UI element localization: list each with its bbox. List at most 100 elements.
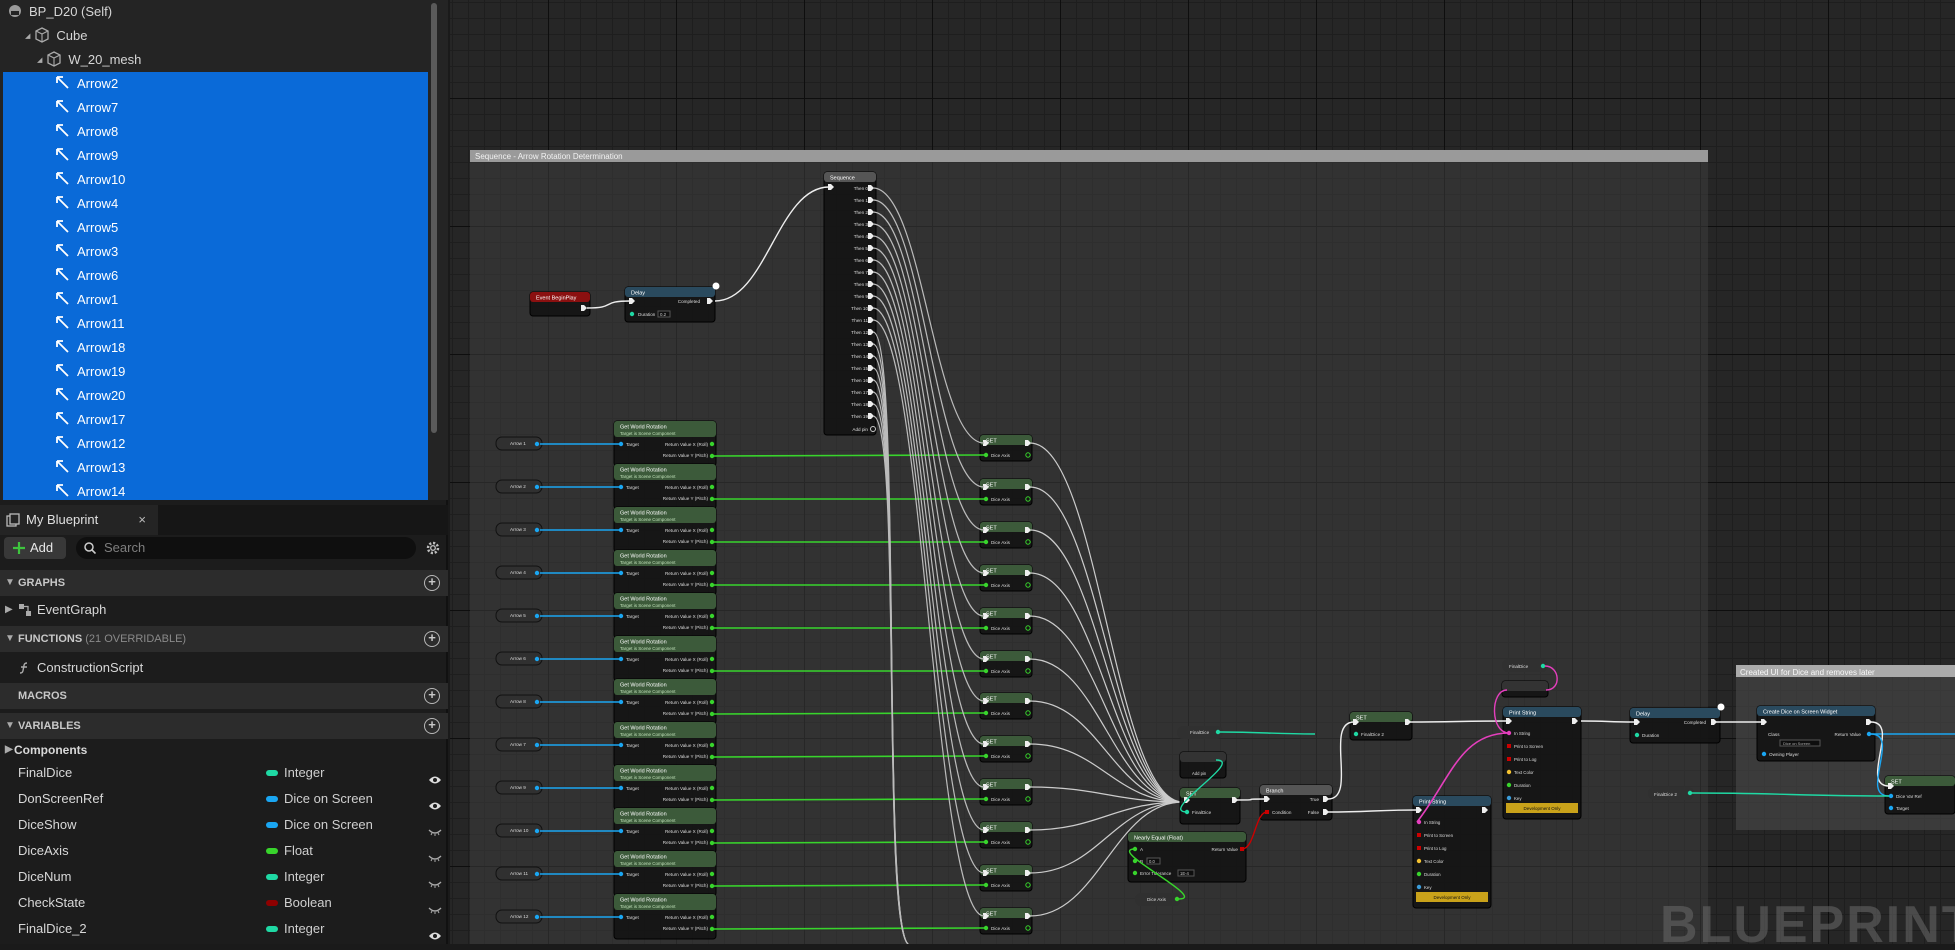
data-pin[interactable] (618, 527, 624, 533)
variable-donscreenref[interactable]: DonScreenRef Dice on Screen (0, 786, 448, 812)
data-pin[interactable] (629, 311, 635, 317)
data-pin[interactable] (709, 797, 715, 803)
data-pin[interactable] (1761, 751, 1767, 757)
data-pin[interactable] (983, 582, 989, 588)
data-pin[interactable] (534, 828, 540, 834)
data-pin[interactable] (983, 710, 989, 716)
tree-item-arrow10[interactable]: Arrow10 (3, 168, 428, 192)
data-pin[interactable] (709, 840, 715, 846)
tree-item-arrow14[interactable]: Arrow14 (3, 480, 428, 500)
section-functions[interactable]: ▼ FUNCTIONS (21 OVERRIDABLE) + (0, 626, 448, 652)
data-pin[interactable] (618, 742, 624, 748)
data-pin[interactable] (618, 828, 624, 834)
tree-item-arrow13[interactable]: Arrow13 (3, 456, 428, 480)
data-pin[interactable] (709, 570, 715, 576)
data-pin[interactable] (1506, 769, 1512, 775)
tree-item-arrow6[interactable]: Arrow6 (3, 264, 428, 288)
tree-scrollbar[interactable] (431, 3, 437, 433)
graph-item-eventgraph[interactable]: ▶ EventGraph (0, 597, 448, 623)
data-pin[interactable] (534, 914, 540, 920)
gear-icon[interactable] (425, 540, 441, 556)
data-pin[interactable] (983, 796, 989, 802)
data-pin[interactable] (709, 914, 715, 920)
data-pin[interactable] (1174, 896, 1180, 902)
tree-item-arrow2[interactable]: Arrow2 (3, 72, 428, 96)
data-pin[interactable] (618, 871, 624, 877)
tree-item-arrow11[interactable]: Arrow11 (3, 312, 428, 336)
data-pin[interactable] (709, 496, 715, 502)
tree-item-arrow7[interactable]: Arrow7 (3, 96, 428, 120)
data-pin[interactable] (709, 539, 715, 545)
data-pin[interactable] (709, 785, 715, 791)
eye-closed-icon[interactable] (428, 898, 442, 914)
tree-item-arrow9[interactable]: Arrow9 (3, 144, 428, 168)
variable-finaldice-2[interactable]: FinalDice_2 Integer (0, 916, 448, 942)
data-pin[interactable] (1506, 795, 1512, 801)
eye-closed-icon[interactable] (428, 820, 442, 836)
data-pin[interactable] (709, 926, 715, 932)
expand-caret-icon[interactable]: ◢ (37, 57, 42, 64)
data-pin[interactable] (709, 668, 715, 674)
bool-pin[interactable] (1507, 757, 1511, 761)
tree-item-arrow19[interactable]: Arrow19 (3, 360, 428, 384)
eye-open-icon[interactable] (428, 794, 442, 810)
data-pin[interactable] (534, 871, 540, 877)
data-pin[interactable] (1416, 884, 1422, 890)
expand-caret-icon[interactable]: ◢ (25, 33, 30, 40)
data-pin[interactable] (534, 613, 540, 619)
data-pin[interactable] (709, 582, 715, 588)
data-pin[interactable] (618, 699, 624, 705)
data-pin[interactable] (1416, 858, 1422, 864)
data-pin[interactable] (709, 441, 715, 447)
data-pin[interactable] (534, 484, 540, 490)
data-pin[interactable] (534, 527, 540, 533)
variable-finaldice[interactable]: FinalDice Integer (0, 760, 448, 786)
data-pin[interactable] (618, 613, 624, 619)
data-pin[interactable] (1540, 663, 1546, 669)
tab-my-blueprint[interactable]: My Blueprint × (0, 505, 158, 535)
tree-item-arrow8[interactable]: Arrow8 (3, 120, 428, 144)
data-pin[interactable] (709, 871, 715, 877)
add-macro-icon[interactable]: + (424, 688, 440, 704)
tree-item-arrow4[interactable]: Arrow4 (3, 192, 428, 216)
data-pin[interactable] (983, 753, 989, 759)
eye-open-icon[interactable] (428, 924, 442, 940)
data-pin[interactable] (1215, 729, 1221, 735)
data-pin[interactable] (1132, 870, 1138, 876)
data-pin[interactable] (1687, 790, 1693, 796)
eye-open-icon[interactable] (428, 768, 442, 784)
data-pin[interactable] (1866, 731, 1872, 737)
variable-checkstate[interactable]: CheckState Boolean (0, 890, 448, 916)
data-pin[interactable] (1353, 731, 1359, 737)
data-pin[interactable] (983, 539, 989, 545)
data-pin[interactable] (618, 570, 624, 576)
data-pin[interactable] (1888, 805, 1894, 811)
data-pin[interactable] (709, 883, 715, 889)
add-button[interactable]: Add (4, 537, 66, 559)
section-macros[interactable]: MACROS + (0, 683, 448, 709)
data-pin[interactable] (534, 570, 540, 576)
close-icon[interactable]: × (138, 505, 146, 535)
data-pin[interactable] (709, 828, 715, 834)
data-pin[interactable] (709, 453, 715, 459)
tree-item-arrow17[interactable]: Arrow17 (3, 408, 428, 432)
section-graphs[interactable]: ▼ GRAPHS + (0, 570, 448, 596)
data-pin[interactable] (709, 699, 715, 705)
data-pin[interactable] (1416, 871, 1422, 877)
bool-pin[interactable] (1417, 846, 1421, 850)
data-pin[interactable] (709, 625, 715, 631)
data-pin[interactable] (534, 441, 540, 447)
data-pin[interactable] (983, 668, 989, 674)
data-pin[interactable] (618, 785, 624, 791)
data-pin[interactable] (709, 754, 715, 760)
tree-item-arrow18[interactable]: Arrow18 (3, 336, 428, 360)
tree-item-arrow12[interactable]: Arrow12 (3, 432, 428, 456)
data-pin[interactable] (709, 613, 715, 619)
tree-item-arrow20[interactable]: Arrow20 (3, 384, 428, 408)
data-pin[interactable] (709, 656, 715, 662)
data-pin[interactable] (534, 699, 540, 705)
eye-closed-icon[interactable] (428, 846, 442, 862)
data-pin[interactable] (1888, 793, 1894, 799)
add-function-icon[interactable]: + (424, 631, 440, 647)
print-string-node-1[interactable] (1502, 706, 1582, 820)
